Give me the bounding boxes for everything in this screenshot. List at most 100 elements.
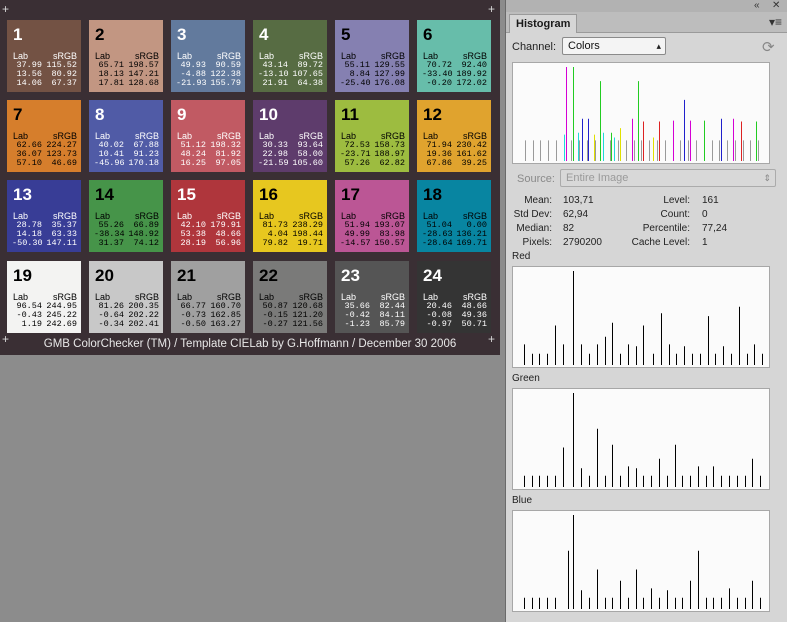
histogram-svg — [524, 271, 763, 365]
panel-tab-bar: Histogram ▾≡ — [506, 12, 787, 33]
patch-srgb-values: 48.66 49.36 50.71 — [461, 301, 487, 329]
crop-mark-top-left: + — [2, 2, 10, 16]
patch-number: 7 — [13, 105, 23, 124]
patch-number: 2 — [95, 25, 105, 44]
count-label: Count: — [660, 209, 690, 220]
color-patch: 9 Lab sRGB 51.12 48.24 16.25 198.32 81.92 97… — [171, 100, 245, 172]
red-histogram-label: Red — [512, 251, 531, 262]
patch-srgb-values: 198.32 81.92 97.05 — [210, 140, 241, 168]
mean-label: Mean: — [524, 195, 552, 206]
chevron-updown-icon: ▴ — [656, 41, 661, 51]
patch-lab-values: 66.77 -0.73 -0.50 — [180, 301, 206, 329]
patch-number: 23 — [341, 266, 360, 285]
patch-srgb-values: 224.27 123.73 46.69 — [46, 140, 77, 168]
patch-lab-values: 30.33 22.98 -21.59 — [258, 140, 289, 168]
patch-srgb-values: 89.72 107.65 64.38 — [292, 60, 323, 88]
patch-number: 5 — [341, 25, 351, 44]
color-patch: 5 Lab sRGB 55.11 8.84 -25.40 129.55 127.99 1… — [335, 20, 409, 92]
color-patch: 21 Lab sRGB 66.77 -0.73 -0.50 160.70 162.85 … — [171, 261, 245, 333]
patch-number: 20 — [95, 266, 114, 285]
patch-lab-values: 51.94 49.99 -14.57 — [340, 220, 371, 248]
channel-select[interactable]: Colors ▴ — [562, 37, 666, 55]
panel-menu-icon[interactable]: ▾≡ — [769, 15, 782, 29]
histogram-svg — [524, 393, 761, 487]
patch-number: 4 — [259, 25, 269, 44]
patch-srgb-values: 244.95 245.22 242.69 — [46, 301, 77, 329]
chart-caption: GMB ColorChecker (TM) / Template CIELab … — [43, 338, 457, 350]
patch-lab-values: 55.26 -38.34 31.37 — [94, 220, 125, 248]
color-patch: 24 Lab sRGB 20.46 -0.08 -0.97 48.66 49.36 50… — [417, 261, 491, 333]
pixels-label: Pixels: — [522, 237, 552, 248]
panel-title-bar: « ✕ — [506, 0, 787, 12]
color-patch: 23 Lab sRGB 35.66 -0.42 -1.23 82.44 84.11 85… — [335, 261, 409, 333]
color-patch: 1 Lab sRGB 37.99 13.56 14.06 115.52 80.92 67… — [7, 20, 81, 92]
patch-srgb-values: 93.64 58.00 105.60 — [292, 140, 323, 168]
refresh-icon[interactable]: ⟳ — [762, 38, 775, 56]
color-patch: 18 Lab sRGB 51.04 -28.63 -28.64 0.00 136.21 … — [417, 180, 491, 252]
patch-srgb-values: 92.40 189.92 172.02 — [456, 60, 487, 88]
patch-srgb-values: 129.55 127.99 176.08 — [374, 60, 405, 88]
color-patch: 22 Lab sRGB 50.87 -0.15 -0.27 120.68 121.20 … — [253, 261, 327, 333]
color-patch: 2 Lab sRGB 65.71 18.13 17.81 198.57 147.21 1… — [89, 20, 163, 92]
patch-srgb-values: 238.29 198.44 19.71 — [292, 220, 323, 248]
patch-lab-values: 81.26 -0.64 -0.34 — [98, 301, 124, 329]
mean-value: 103,71 — [563, 195, 594, 206]
colorchecker-canvas: + + + + 1 Lab sRGB 37.99 13.56 14.06 115.52 … — [0, 0, 500, 355]
patch-number: 11 — [341, 105, 359, 124]
patch-lab-values: 71.94 19.36 67.86 — [426, 140, 452, 168]
chevron-updown-icon: ⇕ — [763, 173, 771, 183]
level-value: 161 — [702, 195, 719, 206]
patch-srgb-values: 200.35 202.22 202.41 — [128, 301, 159, 329]
patch-srgb-values: 230.42 161.62 39.25 — [456, 140, 487, 168]
patch-srgb-values: 158.73 188.97 62.82 — [374, 140, 405, 168]
histogram-colors — [512, 62, 770, 164]
patch-lab-values: 51.12 48.24 16.25 — [180, 140, 206, 168]
histogram-blue — [512, 510, 770, 612]
patch-number: 14 — [95, 185, 114, 204]
green-histogram-label: Green — [512, 373, 540, 384]
source-select: Entire Image ⇕ — [560, 169, 776, 187]
color-patch: 4 Lab sRGB 43.14 -13.10 21.91 89.72 107.65 6… — [253, 20, 327, 92]
patch-number: 3 — [177, 25, 187, 44]
double-chevron-icon[interactable]: « — [754, 0, 760, 11]
patch-lab-values: 65.71 18.13 17.81 — [98, 60, 124, 88]
patch-number: 15 — [177, 185, 196, 204]
patch-srgb-values: 0.00 136.21 169.71 — [456, 220, 487, 248]
patch-srgb-values: 120.68 121.20 121.56 — [292, 301, 323, 329]
channel-select-value: Colors — [568, 40, 600, 52]
color-patch: 15 Lab sRGB 42.10 53.38 28.19 179.91 48.66 5… — [171, 180, 245, 252]
pixels-value: 2790200 — [563, 237, 602, 248]
close-icon[interactable]: ✕ — [772, 0, 780, 11]
color-patch: 14 Lab sRGB 55.26 -38.34 31.37 66.89 148.92 … — [89, 180, 163, 252]
patch-number: 17 — [341, 185, 360, 204]
cache-level-label: Cache Level: — [631, 237, 690, 248]
median-value: 82 — [563, 223, 575, 234]
patch-lab-values: 42.10 53.38 28.19 — [180, 220, 206, 248]
patch-srgb-values: 82.44 84.11 85.79 — [379, 301, 405, 329]
blue-histogram-label: Blue — [512, 495, 533, 506]
patch-srgb-values: 115.52 80.92 67.37 — [46, 60, 77, 88]
patch-lab-values: 96.54 -0.43 1.19 — [16, 301, 42, 329]
patch-number: 12 — [423, 105, 442, 124]
patch-srgb-values: 67.88 91.23 170.18 — [128, 140, 159, 168]
patch-number: 13 — [13, 185, 32, 204]
patch-number: 18 — [423, 185, 442, 204]
patch-number: 24 — [423, 266, 442, 285]
histogram-svg — [525, 67, 759, 161]
patch-srgb-values: 193.07 83.98 150.57 — [374, 220, 405, 248]
patch-lab-values: 49.93 -4.88 -21.93 — [176, 60, 207, 88]
color-patch: 10 Lab sRGB 30.33 22.98 -21.59 93.64 58.00 1… — [253, 100, 327, 172]
tab-histogram[interactable]: Histogram — [509, 14, 578, 33]
channel-label: Channel: — [512, 41, 557, 53]
patch-lab-values: 70.72 -33.40 -0.20 — [422, 60, 453, 88]
color-patch: 20 Lab sRGB 81.26 -0.64 -0.34 200.35 202.22 … — [89, 261, 163, 333]
patch-number: 1 — [13, 25, 23, 44]
patch-number: 8 — [95, 105, 105, 124]
patch-number: 9 — [177, 105, 187, 124]
percentile-value: 77,24 — [702, 223, 728, 234]
patch-lab-values: 51.04 -28.63 -28.64 — [422, 220, 453, 248]
median-label: Median: — [516, 223, 552, 234]
patch-lab-values: 62.66 36.07 57.10 — [16, 140, 42, 168]
cache-level-value: 1 — [702, 237, 708, 248]
color-patch: 8 Lab sRGB 40.02 10.41 -45.96 67.88 91.23 17… — [89, 100, 163, 172]
